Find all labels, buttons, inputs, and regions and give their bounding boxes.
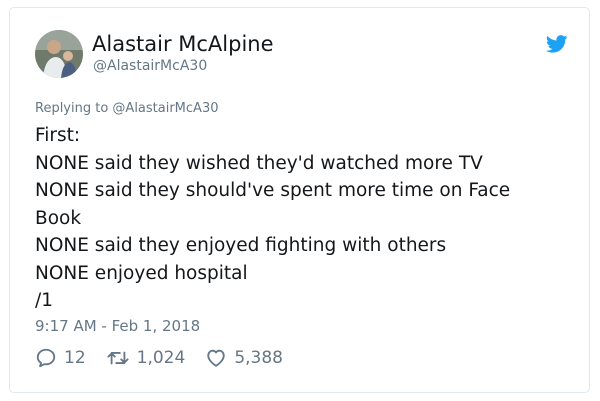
author-name[interactable]: Alastair McAlpine [92, 32, 274, 56]
like-button[interactable]: 5,388 [205, 347, 283, 369]
tweet-line: NONE said they should've spent more time… [35, 180, 511, 201]
twitter-bird-icon[interactable] [545, 35, 568, 53]
author-handle[interactable]: @AlastairMcA30 [93, 58, 207, 74]
reply-context[interactable]: Replying to @AlastairMcA30 [35, 101, 219, 116]
retweet-count: 1,024 [136, 348, 186, 368]
retweet-button[interactable]: 1,024 [106, 347, 186, 369]
tweet-line: NONE said they enjoyed fighting with oth… [35, 235, 447, 256]
heart-icon [207, 349, 226, 367]
author-avatar[interactable] [35, 30, 83, 78]
tweet-text: First: NONE said they wished they'd watc… [35, 122, 580, 315]
tweet-line: First: [35, 125, 81, 146]
reply-button[interactable]: 12 [35, 347, 86, 369]
tweet-line: Book [35, 207, 82, 229]
tweet-card: Alastair McAlpine @AlastairMcA30 Replyin… [9, 7, 590, 393]
reply-icon [36, 348, 56, 368]
retweet-icon [107, 351, 129, 365]
like-count: 5,388 [234, 348, 283, 368]
tweet-timestamp[interactable]: 9:17 AM - Feb 1, 2018 [35, 317, 200, 335]
reply-count: 12 [64, 348, 86, 368]
tweet-line: /1 [35, 290, 54, 311]
tweet-actions: 12 1,024 5,388 [35, 346, 303, 370]
tweet-line: NONE said they wished they'd watched mor… [35, 152, 483, 174]
tweet-line: NONE enjoyed hospital [35, 262, 248, 284]
